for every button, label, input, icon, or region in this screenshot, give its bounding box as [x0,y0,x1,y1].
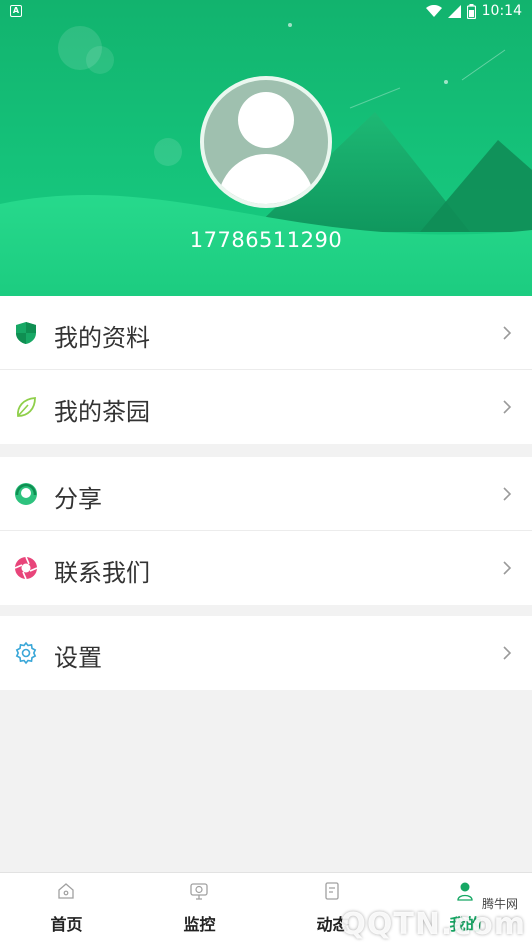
tab-home[interactable]: 首页 [0,873,133,946]
avatar-head-shape [238,92,294,148]
chevron-right-icon [503,326,512,340]
menu-item-my-tea-garden[interactable]: 我的茶园 [0,370,532,444]
chevron-right-icon [503,646,512,660]
chevron-right-icon [503,400,512,414]
menu-item-label: 联系我们 [54,559,150,587]
signal-icon [447,4,461,18]
status-app-badge: A [10,5,22,17]
menu-group-social: 分享 联系我们 [0,457,532,605]
status-bar: A 10:14 [0,0,532,24]
bottom-navigation: 首页 监控 动态 我的 腾牛网 QQTN.com [0,872,532,946]
profile-header: 17786511290 [0,0,532,296]
menu-group-settings: 设置 [0,616,532,690]
chevron-right-icon [503,561,512,575]
menu-group-profile: 我的资料 我的茶园 [0,296,532,444]
battery-icon [466,3,476,19]
wifi-icon [425,5,442,17]
tab-label: 首页 [50,915,83,934]
phone-number: 17786511290 [189,228,343,252]
menu-item-share[interactable]: 分享 [0,457,532,531]
watermark-logo: QQTN.com [340,907,526,942]
status-time: 10:14 [481,3,522,19]
status-indicators: 10:14 [425,3,522,19]
news-icon [325,882,339,900]
menu-item-label: 我的茶园 [54,398,150,426]
tab-label: 监控 [183,915,216,934]
tab-monitor[interactable]: 监控 [133,873,266,946]
menu-item-label: 我的资料 [54,324,150,352]
gear-icon [15,641,37,665]
home-icon [58,883,74,899]
leaf-icon [17,397,36,417]
menu-item-label: 分享 [54,485,102,513]
menu-item-settings[interactable]: 设置 [0,616,532,690]
user-icon [457,882,473,901]
menu-item-label: 设置 [54,644,102,672]
menu-item-contact-us[interactable]: 联系我们 [0,531,532,605]
avatar[interactable] [200,76,332,208]
menu-item-my-profile[interactable]: 我的资料 [0,296,532,370]
chevron-right-icon [503,487,512,501]
contact-icon [14,556,38,580]
avatar-body-shape [218,154,314,204]
share-icon [15,483,37,505]
monitor-icon [190,883,208,900]
shield-icon [16,322,36,344]
